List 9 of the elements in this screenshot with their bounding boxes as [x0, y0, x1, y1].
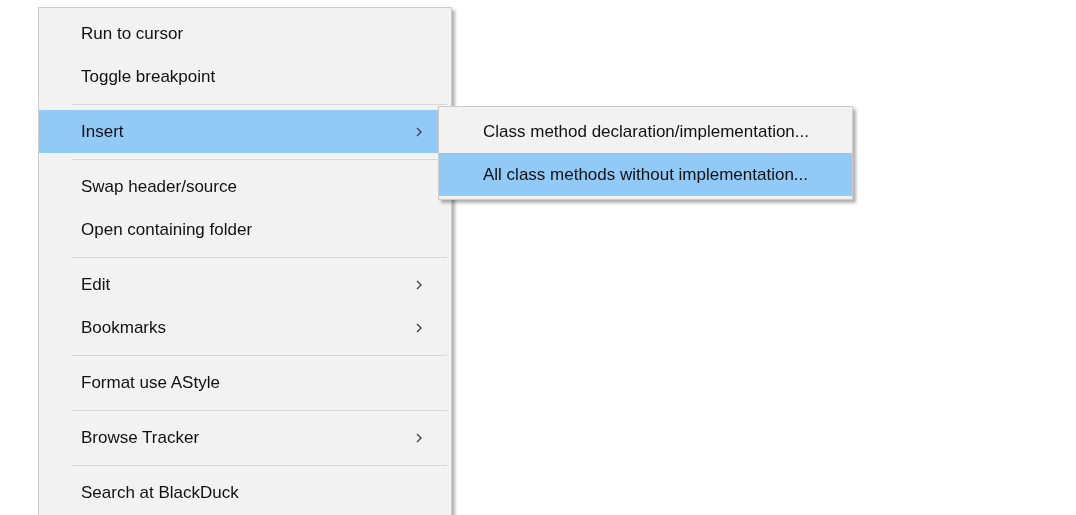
menu-item[interactable]: Bookmarks: [39, 306, 451, 349]
menu-item[interactable]: Open containing folder: [39, 208, 451, 251]
menu-item[interactable]: Edit: [39, 263, 451, 306]
submenu-item[interactable]: All class methods without implementation...: [439, 153, 852, 196]
menu-item[interactable]: Toggle breakpoint: [39, 55, 451, 98]
menu-item[interactable]: Search at BlackDuck: [39, 471, 451, 514]
menu-item[interactable]: Format use AStyle: [39, 361, 451, 404]
menu-item[interactable]: Run to cursor: [39, 12, 451, 55]
menu-item[interactable]: Browse Tracker: [39, 416, 451, 459]
